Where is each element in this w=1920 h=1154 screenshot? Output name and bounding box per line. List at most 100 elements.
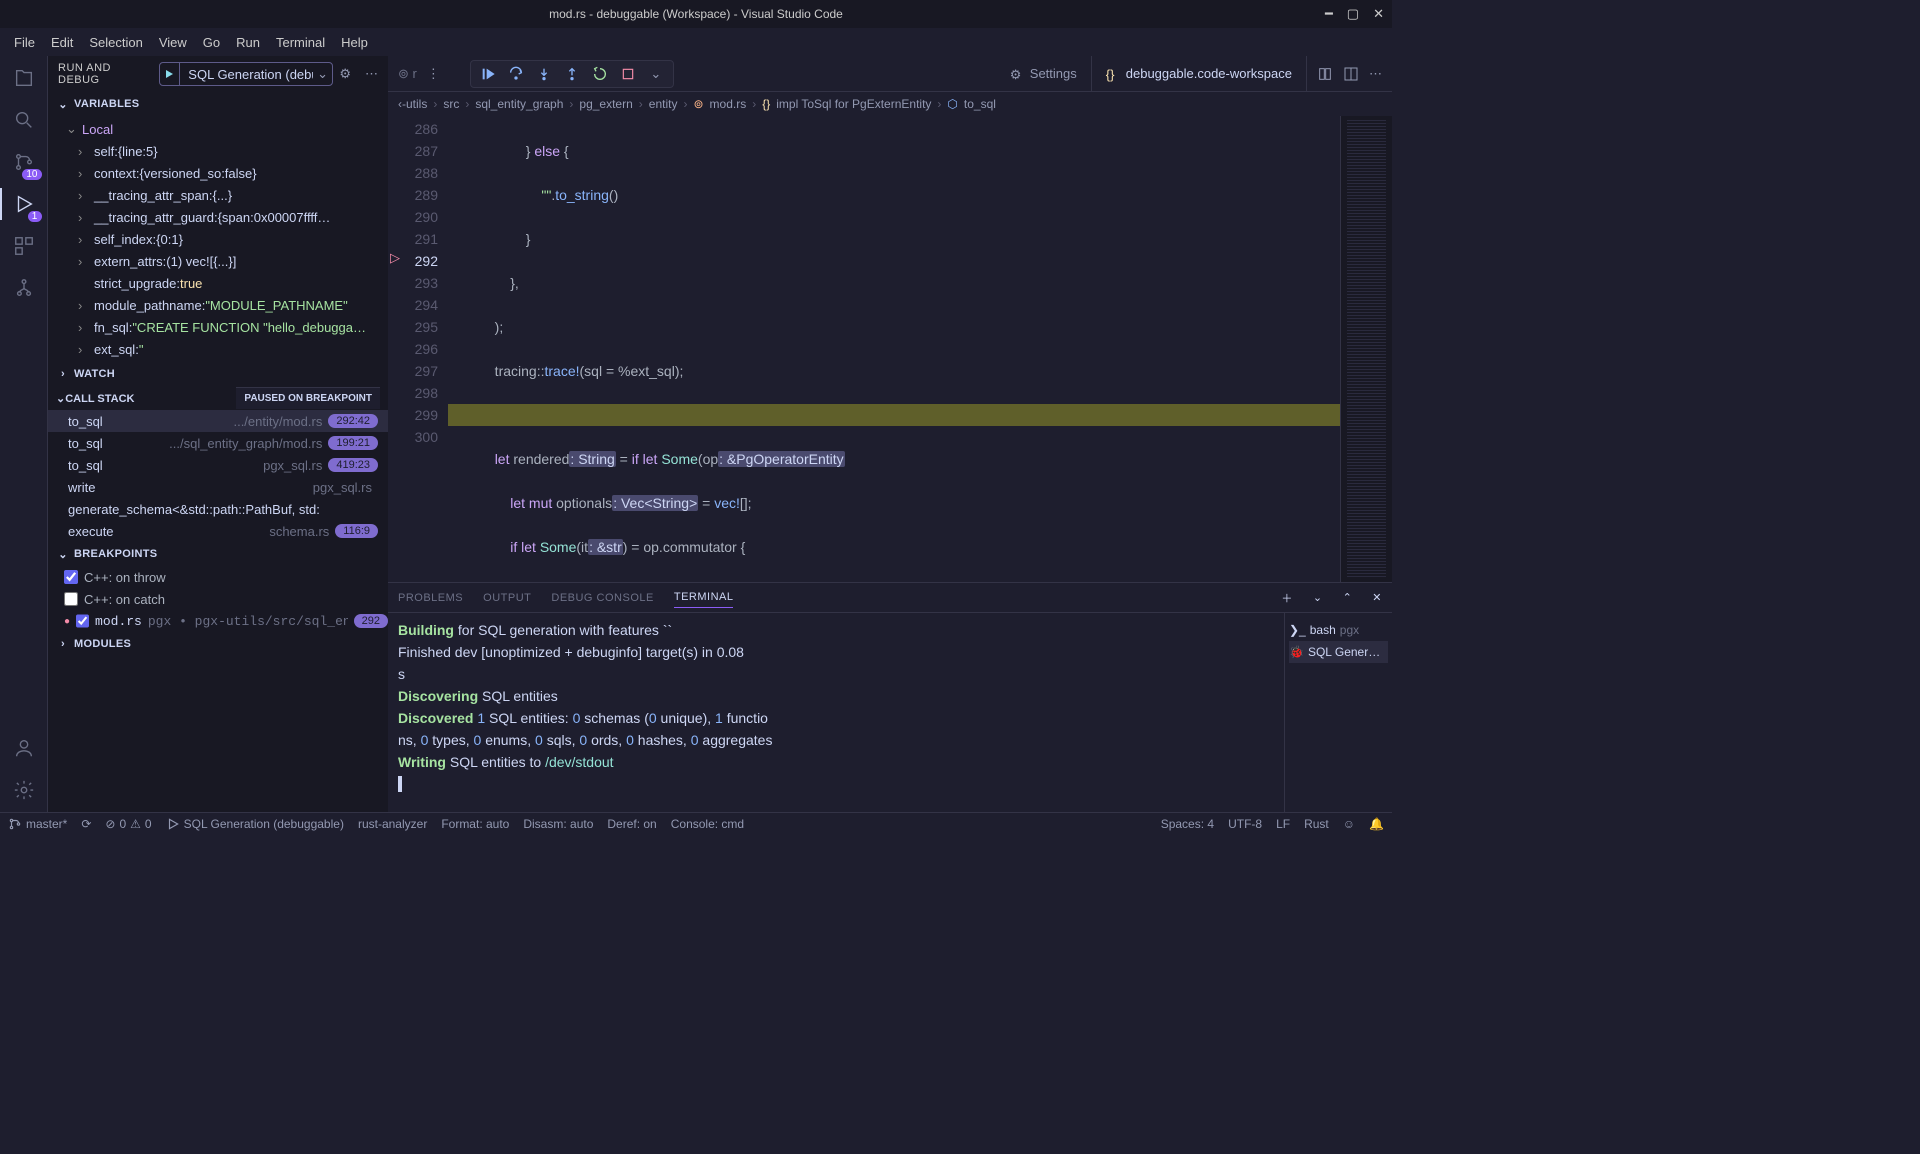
- callstack-section[interactable]: ⌄CALL STACK PAUSED ON BREAKPOINT: [48, 386, 388, 410]
- encoding-status[interactable]: UTF-8: [1228, 817, 1262, 831]
- stop-icon[interactable]: [619, 65, 637, 83]
- continue-icon[interactable]: [479, 65, 497, 83]
- panel-tab-terminal[interactable]: TERMINAL: [674, 587, 734, 608]
- close-icon[interactable]: ✕: [1373, 6, 1384, 22]
- variable-row[interactable]: ›fn_sql: "CREATE FUNCTION "hello_debugga…: [48, 316, 388, 338]
- menu-go[interactable]: Go: [195, 31, 228, 54]
- code-body[interactable]: } else { "".to_string() } }, ); tracing:…: [448, 116, 1392, 582]
- variable-row[interactable]: ›__tracing_attr_guard: {span:0x00007ffff…: [48, 206, 388, 228]
- feedback-icon[interactable]: ☺: [1343, 817, 1355, 831]
- ellipsis-icon[interactable]: ⋮: [427, 66, 440, 82]
- gear-icon[interactable]: [10, 776, 38, 804]
- variable-row[interactable]: ›self_index: {0:1}: [48, 228, 388, 250]
- variables-section[interactable]: ⌄VARIABLES: [48, 92, 388, 116]
- gear-icon[interactable]: ⚙: [339, 66, 351, 82]
- callstack-frame[interactable]: executeschema.rs116:9: [48, 520, 388, 542]
- panel-tab-output[interactable]: OUTPUT: [483, 588, 531, 608]
- menu-bar: File Edit Selection View Go Run Terminal…: [0, 28, 1392, 56]
- minimize-icon[interactable]: ━: [1325, 6, 1333, 22]
- variable-row[interactable]: ›module_pathname: "MODULE_PATHNAME": [48, 294, 388, 316]
- step-out-icon[interactable]: [563, 65, 581, 83]
- rust-analyzer[interactable]: rust-analyzer: [358, 817, 427, 831]
- breadcrumbs[interactable]: ‹-utils› src› sql_entity_graph› pg_exter…: [388, 92, 1392, 116]
- play-icon[interactable]: [160, 63, 180, 85]
- breakpoint-checkbox[interactable]: [76, 614, 89, 628]
- extensions-icon[interactable]: [10, 232, 38, 260]
- variable-row[interactable]: ›extern_attrs: (1) vec![{...}]: [48, 250, 388, 272]
- disasm-status[interactable]: Disasm: auto: [523, 817, 593, 831]
- chevron-down-icon[interactable]: ⌄: [647, 65, 665, 83]
- close-panel-icon[interactable]: ✕: [1372, 587, 1382, 608]
- terminal-output[interactable]: Building for SQL generation with feature…: [388, 613, 1284, 812]
- variable-row[interactable]: ›context: {versioned_so:false}: [48, 162, 388, 184]
- lang-status[interactable]: Rust: [1304, 817, 1329, 831]
- title-bar: mod.rs - debuggable (Workspace) - Visual…: [0, 0, 1392, 28]
- watch-section[interactable]: ›WATCH: [48, 362, 388, 386]
- explorer-icon[interactable]: [10, 64, 38, 92]
- callstack-frame[interactable]: writepgx_sql.rs: [48, 476, 388, 498]
- step-into-icon[interactable]: [535, 65, 553, 83]
- step-over-icon[interactable]: [507, 65, 525, 83]
- compare-icon[interactable]: [1317, 66, 1333, 82]
- ellipsis-icon[interactable]: ⋯: [365, 66, 378, 82]
- debug-status[interactable]: SQL Generation (debuggable): [166, 817, 344, 831]
- breakpoint-file[interactable]: ● mod.rs pgx • pgx-utils/src/sql_entity_…: [48, 610, 388, 632]
- panel-tab-debugconsole[interactable]: DEBUG CONSOLE: [551, 588, 653, 608]
- method-icon: ⬡: [947, 97, 957, 111]
- split-icon[interactable]: [1343, 66, 1359, 82]
- callstack-frame[interactable]: to_sqlpgx_sql.rs419:23: [48, 454, 388, 476]
- terminal-item[interactable]: 🐞SQL Gener…: [1289, 641, 1388, 663]
- breakpoint-row[interactable]: C++: on throw: [48, 566, 388, 588]
- terminal-item[interactable]: ❯_bash pgx: [1289, 619, 1388, 641]
- search-icon[interactable]: [10, 106, 38, 134]
- tab-workspace[interactable]: {} debuggable.code-workspace: [1092, 56, 1307, 91]
- restart-icon[interactable]: [591, 65, 609, 83]
- breakpoints-section[interactable]: ⌄BREAKPOINTS: [48, 542, 388, 566]
- callstack-frame[interactable]: to_sql.../entity/mod.rs292:42: [48, 410, 388, 432]
- maximize-icon[interactable]: ▢: [1347, 6, 1359, 22]
- console-status[interactable]: Console: cmd: [671, 817, 744, 831]
- sync-icon[interactable]: ⟳: [81, 817, 91, 831]
- menu-terminal[interactable]: Terminal: [268, 31, 333, 54]
- variable-row[interactable]: strict_upgrade: true: [48, 272, 388, 294]
- menu-run[interactable]: Run: [228, 31, 268, 54]
- modules-section[interactable]: ›MODULES: [48, 632, 388, 656]
- menu-file[interactable]: File: [6, 31, 43, 54]
- tree-icon[interactable]: [10, 274, 38, 302]
- variable-row[interactable]: ›ext_sql: ": [48, 338, 388, 360]
- format-status[interactable]: Format: auto: [441, 817, 509, 831]
- menu-selection[interactable]: Selection: [81, 31, 150, 54]
- chevron-down-icon[interactable]: ⌄: [1313, 587, 1323, 608]
- menu-help[interactable]: Help: [333, 31, 376, 54]
- maximize-panel-icon[interactable]: ⌃: [1343, 587, 1353, 608]
- tab-settings[interactable]: ⚙ Settings: [996, 56, 1092, 91]
- callstack-frame[interactable]: generate_schema<&std::path::PathBuf, std…: [48, 498, 388, 520]
- breakpoint-checkbox[interactable]: [64, 592, 78, 606]
- git-branch[interactable]: master*: [8, 817, 67, 831]
- variable-row[interactable]: ›self: {line:5}: [48, 140, 388, 162]
- bell-icon[interactable]: 🔔: [1369, 817, 1384, 831]
- menu-edit[interactable]: Edit: [43, 31, 81, 54]
- errors-warnings[interactable]: ⊘ 0 ⚠ 0: [105, 817, 151, 831]
- debug-badge: 1: [28, 211, 42, 222]
- minimap[interactable]: [1340, 116, 1392, 582]
- spaces-status[interactable]: Spaces: 4: [1161, 817, 1214, 831]
- eol-status[interactable]: LF: [1276, 817, 1290, 831]
- scope-local[interactable]: ⌄Local: [48, 118, 388, 140]
- panel-tab-problems[interactable]: PROBLEMS: [398, 588, 463, 608]
- code-editor[interactable]: 2862872882892902912922932942952962972982…: [388, 116, 1392, 582]
- variable-row[interactable]: ›__tracing_attr_span: {...}: [48, 184, 388, 206]
- debug-config-select[interactable]: SQL Generation (debu ⌄: [159, 62, 334, 86]
- breakpoint-checkbox[interactable]: [64, 570, 78, 584]
- ellipsis-icon[interactable]: ⋯: [1369, 66, 1382, 82]
- chevron-down-icon[interactable]: ⌄: [313, 63, 333, 85]
- scm-icon[interactable]: 10: [10, 148, 38, 176]
- account-icon[interactable]: [10, 734, 38, 762]
- add-terminal-icon[interactable]: ＋: [1281, 586, 1293, 610]
- deref-status[interactable]: Deref: on: [607, 817, 656, 831]
- callstack-frame[interactable]: to_sql.../sql_entity_graph/mod.rs199:21: [48, 432, 388, 454]
- debug-icon[interactable]: 1: [10, 190, 38, 218]
- breakpoint-row[interactable]: C++: on catch: [48, 588, 388, 610]
- breakpoint-indicator-icon[interactable]: ▷: [390, 250, 400, 266]
- menu-view[interactable]: View: [151, 31, 195, 54]
